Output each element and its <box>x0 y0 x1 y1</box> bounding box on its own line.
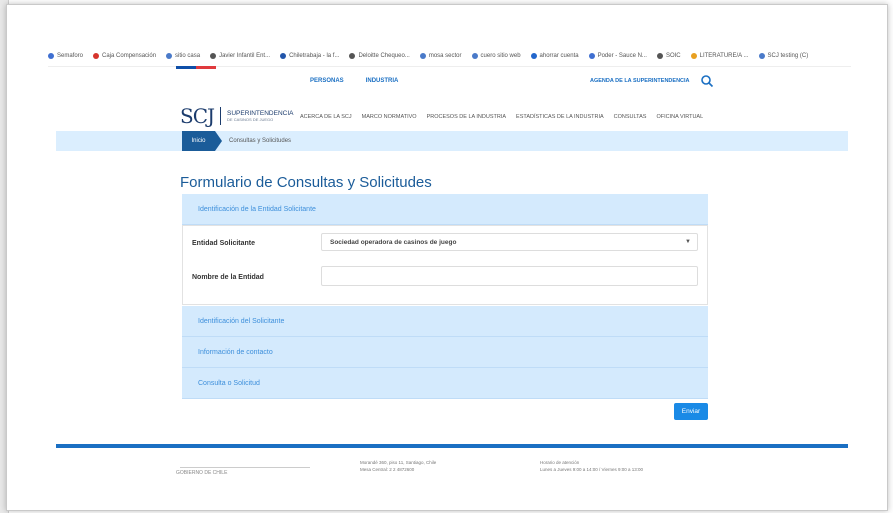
page-title: Formulario de Consultas y Solicitudes <box>180 174 432 191</box>
bookmark-item[interactable]: SCJ testing (C) <box>758 53 809 59</box>
bookmark-label: Poder - Sauce N... <box>597 53 647 59</box>
bookmark-label: Javier Infantil Ent... <box>219 53 271 59</box>
bookmark-label: SCJ testing (C) <box>767 53 809 59</box>
gov-color-stripe <box>176 66 216 69</box>
chevron-down-icon: ▼ <box>685 239 691 245</box>
bookmark-favicon-icon <box>656 53 663 59</box>
bookmark-item[interactable]: Chiletrabaja - la f... <box>280 53 339 59</box>
main-nav: ACERCA DE LA SCJ MARCO NORMATIVO PROCESO… <box>300 114 703 120</box>
footer-hours-text: Lunes a Jueves 9:00 a 14:00 / Viernes 9:… <box>540 466 643 472</box>
bookmark-label: LITERATURE/A ... <box>699 53 749 59</box>
breadcrumb-arrow-icon <box>215 131 222 151</box>
section-entidad-header[interactable]: Identificación de la Entidad Solicitante <box>182 194 708 225</box>
bookmark-favicon-icon <box>690 53 697 59</box>
breadcrumb-home[interactable]: Inicio <box>182 131 215 151</box>
bookmark-favicon-icon <box>48 53 54 59</box>
bookmark-item[interactable]: Poder - Sauce N... <box>588 53 647 59</box>
breadcrumb: Inicio Consultas y Solicitudes <box>56 131 848 151</box>
bookmark-favicon-icon <box>210 53 217 59</box>
bookmark-label: Semaforo <box>57 53 84 59</box>
entity-label: Entidad Solicitante <box>192 240 256 247</box>
bookmark-favicon-icon <box>166 53 173 59</box>
section-solicitante-header[interactable]: Identificación del Solicitante <box>182 306 708 337</box>
logo-text: SUPERINTENDENCIA DE CASINOS DE JUEGO <box>227 110 293 123</box>
entity-name-input[interactable] <box>321 266 698 286</box>
nav-item-marco[interactable]: MARCO NORMATIVO <box>362 114 417 120</box>
nav-item-consultas[interactable]: CONSULTAS <box>614 114 647 120</box>
submit-button[interactable]: Enviar <box>674 403 708 420</box>
bookmark-favicon-icon <box>349 53 356 59</box>
bookmark-label: Caja Compensación <box>102 53 157 59</box>
bookmark-favicon-icon <box>471 53 478 59</box>
footer-phone-line: Mesa Central: 2 2 4872600 <box>360 466 415 472</box>
bookmark-item[interactable]: cuero sitio web <box>471 53 521 59</box>
bookmark-label: Chiletrabaja - la f... <box>289 53 340 59</box>
footer-divider <box>56 444 848 448</box>
logo-mark: SCJ <box>180 104 215 128</box>
bookmark-item[interactable]: mosa sector <box>419 53 462 59</box>
bookmark-label: mosa sector <box>428 53 462 59</box>
section-contacto-header[interactable]: Información de contacto <box>182 337 708 368</box>
bookmark-label: Deloitte Chequeo... <box>358 53 410 59</box>
bookmark-item[interactable]: SOIC <box>656 53 681 59</box>
bookmark-favicon-icon <box>530 53 537 59</box>
bookmark-item[interactable]: sitio casa <box>166 53 200 59</box>
nav-industria[interactable]: INDUSTRIA <box>366 78 399 84</box>
nav-item-oficina[interactable]: OFICINA VIRTUAL <box>656 114 703 120</box>
bookmark-item[interactable]: ahorrar cuenta <box>530 53 579 59</box>
scj-logo[interactable]: SCJ SUPERINTENDENCIA DE CASINOS DE JUEGO <box>180 104 294 128</box>
nav-item-acerca[interactable]: ACERCA DE LA SCJ <box>300 114 352 120</box>
bookmark-item[interactable]: LITERATURE/A ... <box>690 53 749 59</box>
footer-logo-line <box>180 467 310 468</box>
entity-select-value: Sociedad operadora de casinos de juego <box>330 238 457 246</box>
bookmark-favicon-icon <box>280 53 287 59</box>
bookmark-item[interactable]: Semaforo <box>48 53 83 59</box>
bookmark-label: ahorrar cuenta <box>539 53 579 59</box>
footer-address-line: Morandé 360, piso 11, Santiago, Chile <box>360 460 437 465</box>
nav-agenda[interactable]: AGENDA DE LA SUPERINTENDENCIA <box>590 78 690 84</box>
nav-item-procesos[interactable]: PROCESOS DE LA INDUSTRIA <box>427 114 506 120</box>
footer-gov-logo: GOBIERNO DE CHILE <box>176 470 228 476</box>
section-consulta-header[interactable]: Consulta o Solicitud <box>182 368 708 399</box>
nav-item-estadisticas[interactable]: ESTADÍSTICAS DE LA INDUSTRIA <box>516 114 604 120</box>
bookmark-favicon-icon <box>419 53 426 59</box>
top-nav: PERSONAS INDUSTRIA <box>310 78 398 84</box>
bookmark-label: cuero sitio web <box>480 53 521 59</box>
entity-select[interactable]: Sociedad operadora de casinos de juego ▼ <box>321 233 698 251</box>
bookmark-favicon-icon <box>588 53 595 59</box>
bookmark-item[interactable]: Javier Infantil Ent... <box>210 53 270 59</box>
logo-divider <box>220 107 222 125</box>
bookmark-label: SOIC <box>665 53 681 59</box>
breadcrumb-current: Consultas y Solicitudes <box>229 138 292 144</box>
logo-subtitle: DE CASINOS DE JUEGO <box>227 116 274 122</box>
bookmarks-bar: Semaforo Caja Compensación sitio casa Javie… <box>48 46 851 67</box>
nav-personas[interactable]: PERSONAS <box>310 78 344 84</box>
footer-hours: Horario de atención Lunes a Jueves 9:00 … <box>540 460 643 474</box>
bookmark-favicon-icon <box>93 53 100 59</box>
bookmark-label: sitio casa <box>175 53 201 59</box>
footer-address: Morandé 360, piso 11, Santiago, Chile Me… <box>360 460 436 474</box>
search-icon[interactable] <box>700 74 714 88</box>
bookmark-item[interactable]: Deloitte Chequeo... <box>349 53 410 59</box>
bookmark-item[interactable]: Caja Compensación <box>93 53 156 59</box>
bookmark-favicon-icon <box>758 53 765 59</box>
footer-hours-title: Horario de atención <box>540 460 580 465</box>
entity-name-label: Nombre de la Entidad <box>192 274 264 281</box>
